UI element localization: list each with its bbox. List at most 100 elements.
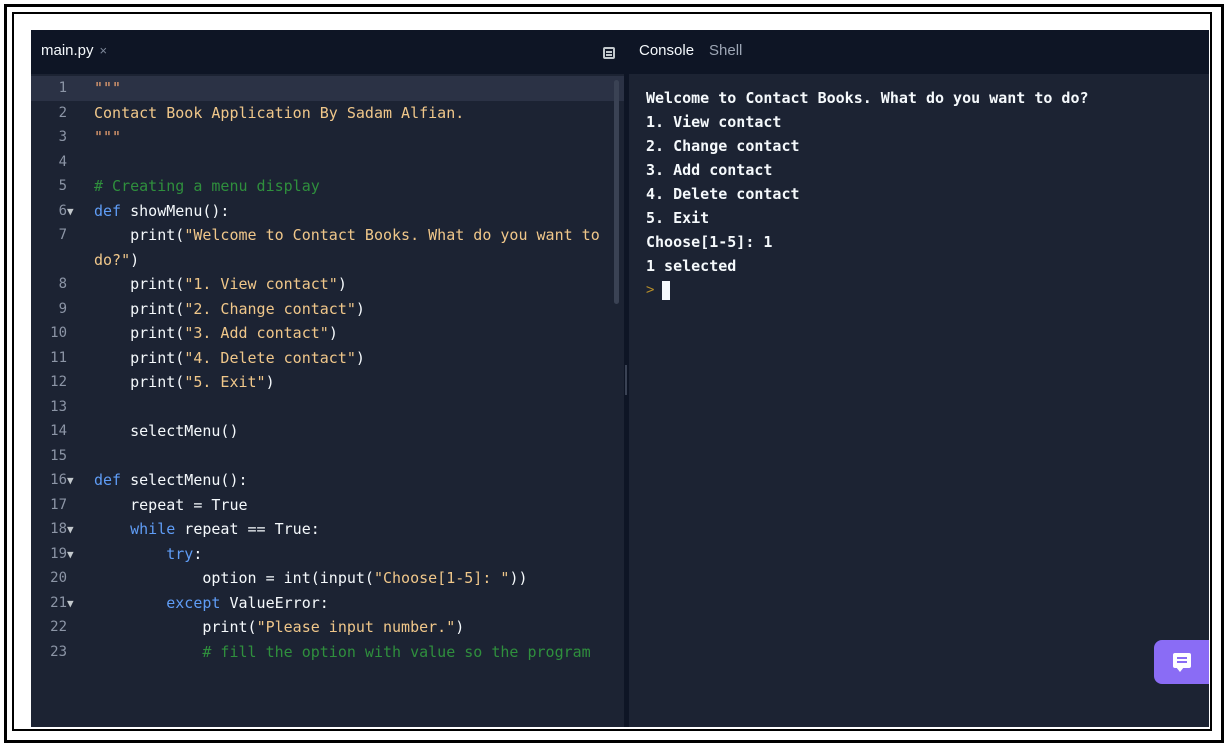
code-text: try: — [94, 542, 614, 567]
fold-arrow-icon[interactable]: ▼ — [67, 592, 81, 617]
line-number: 23 — [31, 640, 81, 665]
line-number-text: 2 — [58, 104, 67, 121]
code-editor[interactable]: main.py × 1 """ 2 Contact Book Application B… — [31, 30, 624, 727]
code-line[interactable]: 13 — [31, 395, 624, 420]
code-line[interactable]: 1 """ — [31, 76, 624, 101]
code-token: print( — [94, 618, 257, 636]
chat-button[interactable] — [1154, 640, 1209, 684]
code-line[interactable]: 15 — [31, 444, 624, 469]
code-text: def selectMenu(): — [94, 468, 614, 493]
string-token: """ — [94, 79, 122, 97]
line-number: 10 — [31, 321, 81, 346]
string-token: "3. Add contact" — [184, 324, 329, 342]
line-number: 14 — [31, 419, 81, 444]
prompt-icon: > — [646, 282, 655, 298]
console-pane[interactable]: Console Shell Welcome to Contact Books. … — [629, 30, 1209, 727]
code-line[interactable]: 9 print("2. Change contact") — [31, 297, 624, 322]
code-line[interactable]: 2 Contact Book Application By Sadam Alfia… — [31, 101, 624, 126]
line-number-text: 4 — [58, 153, 67, 170]
close-icon[interactable]: × — [100, 43, 108, 58]
code-line[interactable]: 8 print("1. View contact") — [31, 272, 624, 297]
code-line[interactable]: 18▼ while repeat == True: — [31, 517, 624, 542]
code-line[interactable]: 3 """ — [31, 125, 624, 150]
line-number-text: 10 — [50, 325, 67, 341]
tab-shell[interactable]: Shell — [709, 42, 742, 59]
code-line[interactable]: 21▼ except ValueError: — [31, 591, 624, 616]
code-token: ) — [337, 275, 347, 293]
code-text: """ — [94, 76, 614, 101]
console-line: 2. Change contact — [646, 137, 800, 155]
code-text: except ValueError: — [94, 591, 614, 616]
line-number: 3 — [31, 125, 81, 150]
code-line[interactable]: 4 — [31, 150, 624, 175]
console-output: Welcome to Contact Books. What do you wa… — [646, 86, 1186, 302]
code-token: ) — [265, 373, 275, 391]
code-line[interactable]: 20 option = int(input("Choose[1-5]: ")) — [31, 566, 624, 591]
line-number-text: 21 — [50, 594, 67, 611]
string-token: """ — [94, 128, 122, 146]
code-token: print( — [94, 348, 185, 367]
code-line[interactable]: 23 # fill the option with value so the p… — [31, 640, 624, 665]
code-text: def showMenu(): — [94, 199, 614, 224]
code-token: ) — [328, 324, 338, 342]
code-token: : — [193, 544, 203, 563]
line-number: 4 — [31, 150, 81, 175]
code-token: option = int(input( — [94, 569, 374, 587]
code-line[interactable]: 19▼ try: — [31, 542, 624, 567]
code-text: print("2. Change contact") — [94, 297, 614, 322]
line-number: 5 — [31, 174, 81, 199]
code-line[interactable]: 12 print("5. Exit") — [31, 370, 624, 395]
fold-arrow-icon[interactable]: ▼ — [67, 469, 81, 494]
code-line[interactable]: 14 selectMenu() — [31, 419, 624, 444]
line-number-text: 13 — [50, 398, 67, 415]
code-line[interactable]: 5 # Creating a menu display — [31, 174, 624, 199]
code-line[interactable]: 6▼ def showMenu(): — [31, 199, 624, 224]
code-lines[interactable]: 1 """ 2 Contact Book Application By Sadam A… — [31, 76, 624, 664]
string-token: "5. Exit" — [184, 373, 266, 391]
code-token: ) — [355, 299, 365, 318]
pane-resize-handle[interactable] — [625, 365, 627, 395]
code-token: selectMenu() — [94, 422, 239, 440]
string-token: "Please input number." — [256, 618, 456, 636]
code-text: print("1. View contact") — [94, 272, 614, 297]
code-line[interactable]: 16▼ def selectMenu(): — [31, 468, 624, 493]
code-line[interactable]: 7 print("Welcome to Contact Books. What … — [31, 223, 624, 272]
code-text: Contact Book Application By Sadam Alfian… — [94, 101, 614, 126]
line-number: 19▼ — [31, 542, 81, 568]
line-number: 15 — [31, 444, 81, 469]
fold-arrow-icon[interactable]: ▼ — [67, 543, 81, 568]
keyword-token: def — [94, 201, 122, 220]
comment-token: # Creating a menu display — [94, 177, 320, 195]
code-line[interactable]: 11 print("4. Delete contact") — [31, 346, 624, 371]
line-number-text: 8 — [58, 276, 67, 292]
code-text: while repeat == True: — [94, 517, 614, 542]
text-cursor — [662, 281, 670, 300]
ide-window: main.py × 1 """ 2 Contact Book Application B… — [31, 30, 1209, 727]
keyword-token: while — [130, 520, 176, 538]
console-line: 1 selected — [646, 257, 737, 275]
line-number-text: 19 — [50, 545, 67, 562]
line-number: 13 — [31, 395, 81, 420]
panel-toggle-icon[interactable] — [603, 47, 615, 59]
code-line[interactable]: 10 print("3. Add contact") — [31, 321, 624, 346]
console-line: 4. Delete contact — [646, 185, 800, 203]
editor-scrollbar[interactable] — [614, 80, 619, 304]
tab-console[interactable]: Console — [639, 42, 694, 59]
line-number-text: 18 — [50, 521, 67, 537]
console-input-line[interactable]: > — [646, 278, 1186, 302]
string-token: Contact Book Application By Sadam Alfian… — [94, 103, 465, 122]
string-token: "1. View contact" — [184, 275, 338, 293]
code-line[interactable]: 22 print("Please input number.") — [31, 615, 624, 640]
string-token: "2. Change contact" — [184, 299, 356, 318]
fold-arrow-icon[interactable]: ▼ — [67, 518, 81, 543]
line-number-text: 6 — [58, 202, 67, 219]
code-line[interactable]: 17 repeat = True — [31, 493, 624, 518]
fold-arrow-icon[interactable]: ▼ — [67, 200, 81, 225]
line-number: 21▼ — [31, 591, 81, 617]
tab-main-py[interactable]: main.py × — [41, 42, 107, 59]
line-number-text: 17 — [50, 496, 67, 513]
line-number: 9 — [31, 297, 81, 322]
